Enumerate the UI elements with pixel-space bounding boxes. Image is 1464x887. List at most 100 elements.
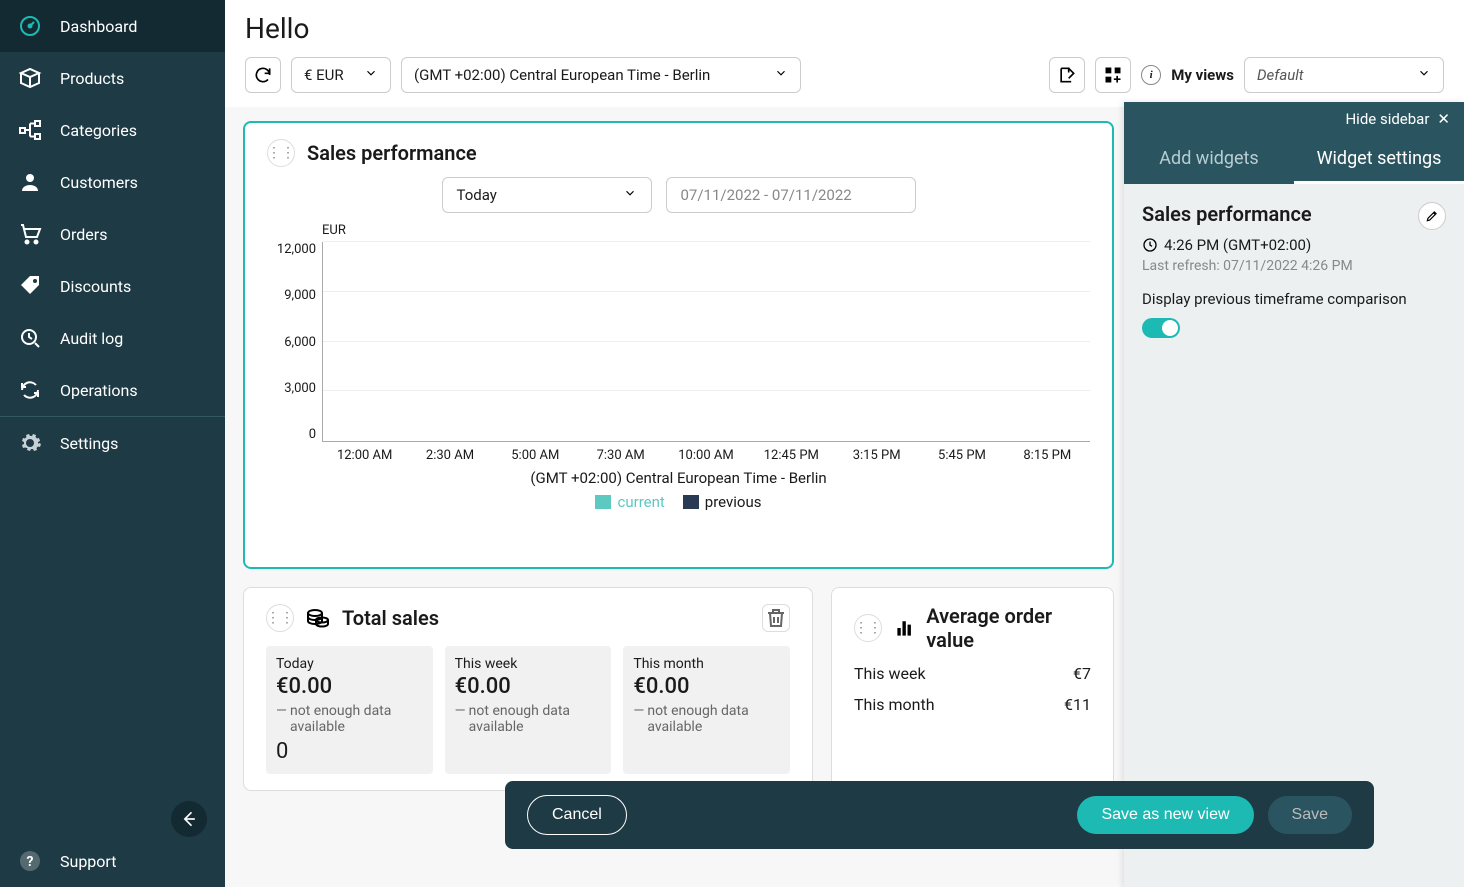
cart-icon [18,222,42,246]
grid-plus-icon [1103,65,1123,85]
sidebar-item-settings[interactable]: Settings [0,417,225,469]
user-icon [18,170,42,194]
card-title: Total sales [342,606,439,630]
export-icon [1057,65,1077,85]
collapse-sidebar-button[interactable] [171,801,207,837]
chart-x-axis: 12:00 AM2:30 AM5:00 AM7:30 AM10:00 AM12:… [322,448,1090,463]
settings-last-refresh: Last refresh: 07/11/2022 4:26 PM [1142,258,1446,274]
header-controls: € EUR (GMT +02:00) Central European Time… [245,57,1444,93]
total-sales-card: ⋮⋮ Total sales Today€0.00not enough data… [243,587,813,791]
tab-add-widgets[interactable]: Add widgets [1124,136,1294,184]
chart-y-axis: 12,0009,0006,0003,0000 [267,242,322,442]
refresh-icon [253,65,273,85]
main-sidebar: Dashboard Products Categories Customers … [0,0,225,887]
avg-order-value-card: ⋮⋮ Average order value This week€7 This m… [831,587,1114,791]
main-content: Hello € EUR (GMT +02:00) Central Europea… [225,0,1464,887]
widget-settings-panel: Hide sidebar ✕ Add widgets Widget settin… [1124,102,1464,887]
date-range-input[interactable]: 07/11/2022 - 07/11/2022 [666,177,916,213]
settings-widget-title: Sales performance [1142,202,1312,226]
period-select[interactable]: Today [442,177,652,213]
save-button[interactable]: Save [1268,796,1352,834]
edit-title-button[interactable] [1418,202,1446,230]
gear-icon [18,431,42,455]
sidebar-label: Discounts [60,277,131,296]
comparison-toggle[interactable] [1142,318,1180,338]
chevron-down-icon [364,66,378,84]
timezone-select[interactable]: (GMT +02:00) Central European Time - Ber… [401,57,801,93]
sidebar-label: Categories [60,121,137,140]
settings-option-label: Display previous timeframe comparison [1142,290,1446,308]
sidebar-item-categories[interactable]: Categories [0,104,225,156]
legend-item-previous: previous [683,493,762,511]
tag-icon [18,274,42,298]
export-button[interactable] [1049,57,1085,93]
stat-col: Today€0.00not enough data available0 [266,646,433,774]
currency-select[interactable]: € EUR [291,57,391,93]
sales-performance-card[interactable]: ⋮⋮ Sales performance Today 07/11/2022 - … [243,121,1114,569]
sidebar-item-customers[interactable]: Customers [0,156,225,208]
chevron-down-icon [774,66,788,84]
legend-item-current: current [595,493,664,511]
sidebar-label: Settings [60,434,118,453]
chart-plot-area [322,242,1090,442]
stat-col: This month€0.00not enough data available [623,646,790,774]
arrow-left-icon [179,809,199,829]
avg-row: This week€7 [854,664,1091,683]
refresh-button[interactable] [245,57,281,93]
page-header: Hello € EUR (GMT +02:00) Central Europea… [225,0,1464,107]
sidebar-item-support[interactable]: ? Support [0,835,225,887]
trash-icon [764,606,788,630]
page-title: Hello [245,12,1444,45]
pencil-icon [1425,209,1439,223]
sidebar-label: Orders [60,225,107,244]
chart-tz-note: (GMT +02:00) Central European Time - Ber… [267,469,1090,487]
settings-time: 4:26 PM (GMT+02:00) [1142,236,1446,254]
sidebar-item-orders[interactable]: Orders [0,208,225,260]
avg-row: This month€11 [854,695,1091,714]
sidebar-item-operations[interactable]: Operations [0,364,225,416]
drag-handle[interactable]: ⋮⋮ [266,604,294,632]
sidebar-label: Operations [60,381,138,400]
sidebar-label: Support [60,852,116,871]
chevron-down-icon [1417,66,1431,84]
chart-y-label: EUR [322,223,1090,238]
save-bar: Cancel Save as new view Save [505,781,1374,849]
currency-value: € EUR [304,66,344,84]
help-icon: ? [18,849,42,873]
cancel-button[interactable]: Cancel [527,795,627,835]
chart-legend: current previous [267,493,1090,511]
add-widget-button[interactable] [1095,57,1131,93]
drag-handle[interactable]: ⋮⋮ [267,139,295,167]
sidebar-item-discounts[interactable]: Discounts [0,260,225,312]
drag-handle[interactable]: ⋮⋮ [854,614,882,642]
card-title: Sales performance [307,141,477,165]
audit-icon [18,326,42,350]
timezone-value: (GMT +02:00) Central European Time - Ber… [414,66,710,84]
view-value: Default [1257,66,1304,84]
tree-icon [18,118,42,142]
my-views-label: i My views [1141,65,1234,85]
coins-icon [306,606,330,630]
sidebar-item-dashboard[interactable]: Dashboard [0,0,225,52]
sales-chart: EUR 12,0009,0006,0003,0000 12:00 AM2:30 … [267,223,1090,511]
save-as-new-view-button[interactable]: Save as new view [1077,796,1253,834]
svg-text:?: ? [27,854,34,870]
view-select[interactable]: Default [1244,57,1444,93]
info-icon[interactable]: i [1141,65,1161,85]
card-title: Average order value [926,604,1091,652]
sidebar-label: Products [60,69,124,88]
chevron-down-icon [623,186,637,204]
tab-widget-settings[interactable]: Widget settings [1294,136,1464,184]
clock-icon [1142,237,1158,253]
box-icon [18,66,42,90]
sidebar-item-auditlog[interactable]: Audit log [0,312,225,364]
operations-icon [18,378,42,402]
dashboard-icon [18,14,42,38]
delete-widget-button[interactable] [762,604,790,632]
sidebar-item-products[interactable]: Products [0,52,225,104]
stat-col: This week€0.00not enough data available [445,646,612,774]
sidebar-label: Customers [60,173,138,192]
close-icon: ✕ [1437,110,1450,128]
bar-chart-icon [894,617,914,639]
hide-sidebar-button[interactable]: Hide sidebar ✕ [1124,102,1464,136]
